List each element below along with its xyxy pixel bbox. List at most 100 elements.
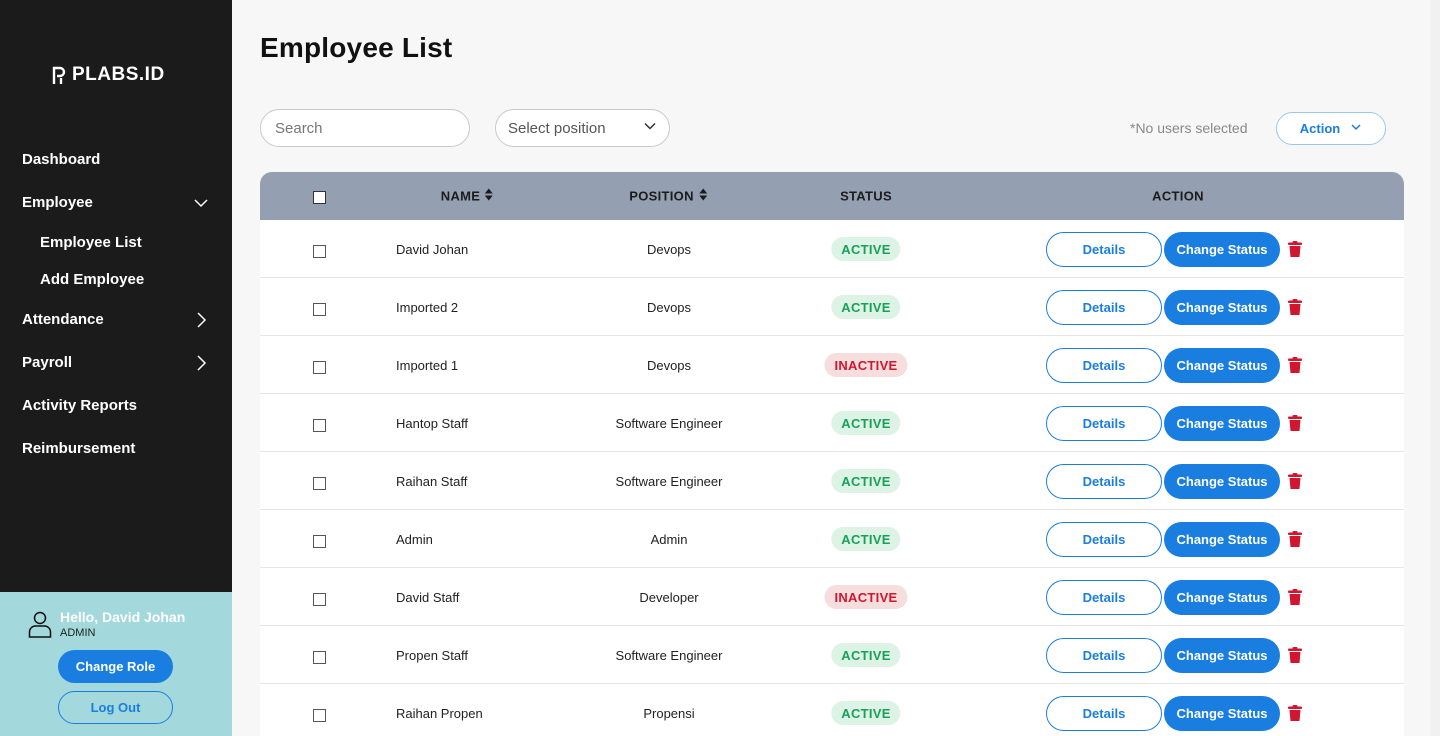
- employee-name: Admin: [396, 531, 433, 547]
- sidebar-item-employee[interactable]: Employee: [0, 181, 232, 224]
- change-status-button[interactable]: Change Status: [1164, 696, 1280, 731]
- trash-icon[interactable]: [1288, 473, 1302, 494]
- change-role-button[interactable]: Change Role: [58, 650, 173, 683]
- row-checkbox[interactable]: [313, 245, 326, 258]
- trash-icon[interactable]: [1288, 705, 1302, 726]
- status-badge: INACTIVE: [824, 585, 908, 609]
- trash-icon[interactable]: [1288, 241, 1302, 262]
- details-button[interactable]: Details: [1046, 638, 1162, 673]
- sidebar-item-label: Attendance: [22, 311, 104, 328]
- employee-position: Devops: [646, 241, 692, 257]
- row-checkbox[interactable]: [313, 419, 326, 432]
- table-header: NAME POSITION STATUS ACTION: [260, 172, 1404, 220]
- sidebar-item-add-employee[interactable]: Add Employee: [0, 261, 232, 298]
- action-dropdown-label: Action: [1299, 121, 1341, 136]
- status-badge: ACTIVE: [831, 411, 901, 435]
- search-input[interactable]: [260, 109, 470, 147]
- chevron-right-icon: [192, 311, 210, 329]
- employee-name: Raihan Staff: [396, 473, 468, 489]
- status-badge: ACTIVE: [831, 701, 901, 725]
- employee-table: NAME POSITION STATUS ACTION David Johan D…: [260, 172, 1404, 736]
- change-status-button[interactable]: Change Status: [1164, 348, 1280, 383]
- details-button[interactable]: Details: [1046, 232, 1162, 267]
- page-scrollbar[interactable]: [1430, 0, 1440, 736]
- details-button[interactable]: Details: [1046, 522, 1162, 557]
- select-all-checkbox[interactable]: [313, 191, 326, 204]
- table-body: David Johan Devops ACTIVE Details Change Sta…: [260, 220, 1404, 736]
- employee-position: Software Engineer: [615, 415, 723, 431]
- row-checkbox[interactable]: [313, 303, 326, 316]
- column-header-label: NAME: [440, 188, 481, 204]
- details-button[interactable]: Details: [1046, 696, 1162, 731]
- trash-icon[interactable]: [1288, 531, 1302, 552]
- sidebar-item-reimbursement[interactable]: Reimbursement: [0, 427, 232, 470]
- row-checkbox[interactable]: [313, 709, 326, 722]
- employee-name: Hantop Staff: [396, 415, 469, 431]
- change-status-button[interactable]: Change Status: [1164, 464, 1280, 499]
- sidebar-item-label: Payroll: [22, 354, 73, 371]
- trash-icon[interactable]: [1288, 589, 1302, 610]
- change-status-button[interactable]: Change Status: [1164, 522, 1280, 557]
- logo[interactable]: PLABS.ID: [52, 64, 165, 86]
- logout-button[interactable]: Log Out: [58, 691, 173, 724]
- status-badge: ACTIVE: [831, 527, 901, 551]
- status-badge: ACTIVE: [831, 295, 901, 319]
- sidebar-item-payroll[interactable]: Payroll: [0, 341, 232, 384]
- sidebar-item-employee-list[interactable]: Employee List: [0, 224, 232, 261]
- details-button[interactable]: Details: [1046, 406, 1162, 441]
- details-button[interactable]: Details: [1046, 348, 1162, 383]
- status-badge: ACTIVE: [831, 237, 901, 261]
- sidebar-item-attendance[interactable]: Attendance: [0, 298, 232, 341]
- column-header-status: STATUS: [840, 189, 892, 204]
- sidebar-item-label: Add Employee: [40, 271, 145, 288]
- change-status-button[interactable]: Change Status: [1164, 406, 1280, 441]
- page-title: Employee List: [260, 32, 453, 63]
- chevron-down-icon: [192, 194, 210, 212]
- change-status-button[interactable]: Change Status: [1164, 580, 1280, 615]
- sidebar-nav: Dashboard Employee Employee List Add Emp…: [0, 138, 232, 470]
- trash-icon[interactable]: [1288, 647, 1302, 668]
- row-checkbox[interactable]: [313, 477, 326, 490]
- sidebar-item-label: Employee List: [40, 234, 142, 251]
- column-header-label: POSITION: [629, 188, 694, 204]
- table-row: Raihan Propen Propensi ACTIVE Details Change…: [260, 684, 1404, 736]
- column-header-label: STATUS: [840, 188, 892, 204]
- change-status-button[interactable]: Change Status: [1164, 290, 1280, 325]
- trash-icon[interactable]: [1288, 415, 1302, 436]
- table-row: Admin Admin ACTIVE Details Change Status: [260, 510, 1404, 568]
- trash-icon[interactable]: [1288, 299, 1302, 320]
- sidebar-item-dashboard[interactable]: Dashboard: [0, 138, 232, 181]
- action-dropdown[interactable]: Action: [1276, 112, 1386, 145]
- details-button[interactable]: Details: [1046, 464, 1162, 499]
- table-row: Imported 1 Devops INACTIVE Details Change St…: [260, 336, 1404, 394]
- change-status-button[interactable]: Change Status: [1164, 638, 1280, 673]
- employee-name: David Johan: [396, 241, 469, 257]
- employee-position: Developer: [639, 589, 699, 605]
- sidebar-item-label: Employee: [22, 194, 93, 211]
- column-header-name[interactable]: NAME: [440, 188, 494, 204]
- row-checkbox[interactable]: [313, 593, 326, 606]
- row-checkbox[interactable]: [313, 651, 326, 664]
- details-button[interactable]: Details: [1046, 290, 1162, 325]
- sort-icon: [485, 188, 494, 204]
- user-avatar-icon: [28, 610, 52, 643]
- row-checkbox[interactable]: [313, 361, 326, 374]
- details-button[interactable]: Details: [1046, 580, 1162, 615]
- trash-icon[interactable]: [1288, 357, 1302, 378]
- sidebar-item-label: Reimbursement: [22, 440, 136, 457]
- table-row: Imported 2 Devops ACTIVE Details Change Stat…: [260, 278, 1404, 336]
- status-badge: ACTIVE: [831, 643, 901, 667]
- position-select[interactable]: Select position: [495, 109, 670, 147]
- row-checkbox[interactable]: [313, 535, 326, 548]
- employee-name: Raihan Propen: [396, 705, 483, 721]
- sidebar: PLABS.ID Dashboard Employee Employee Lis…: [0, 0, 232, 736]
- change-status-button[interactable]: Change Status: [1164, 232, 1280, 267]
- sidebar-item-activity-reports[interactable]: Activity Reports: [0, 384, 232, 427]
- employee-position: Devops: [646, 357, 692, 373]
- employee-position: Devops: [646, 299, 692, 315]
- column-header-position[interactable]: POSITION: [629, 188, 707, 204]
- sort-icon: [698, 188, 707, 204]
- user-greeting: Hello, David Johan: [60, 609, 186, 625]
- employee-name: Imported 1: [396, 357, 459, 373]
- employee-name: David Staff: [396, 589, 460, 605]
